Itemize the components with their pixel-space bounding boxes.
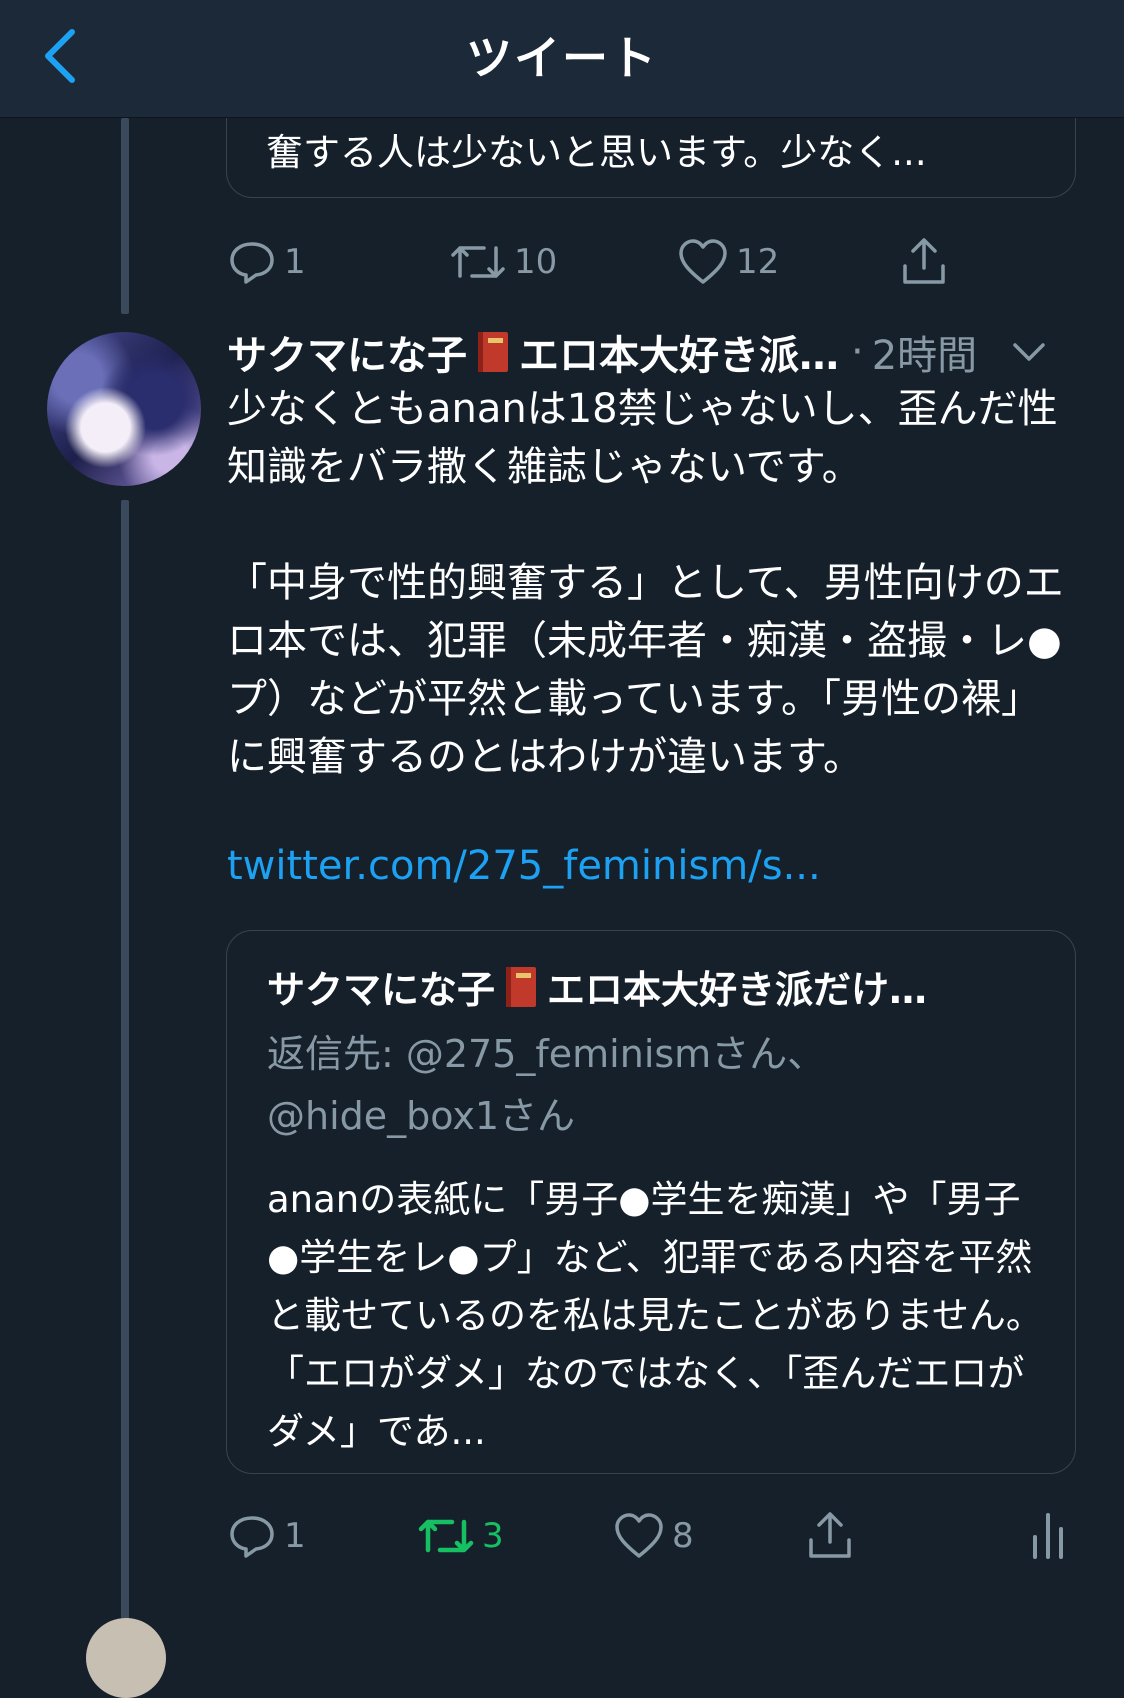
- share-button[interactable]: [900, 232, 948, 292]
- previous-tweet-action-bar: 1 10 12: [0, 232, 1124, 292]
- reply-icon: [228, 1512, 276, 1560]
- reply-button[interactable]: 1: [228, 1506, 306, 1566]
- retweet-count: 3: [482, 1516, 504, 1556]
- book-emoji-icon: [506, 966, 537, 1007]
- analytics-icon: [1030, 1511, 1066, 1561]
- like-count: 8: [672, 1516, 694, 1556]
- quoted-tweet-text: 奮する人は少ないと思います。少なく...: [266, 131, 927, 174]
- tweet-text: 少なくともananは18禁じゃないし、歪んだ性知識をバラ撒く雑誌じゃないです。 …: [227, 380, 1077, 786]
- reply-count: 1: [284, 1516, 306, 1556]
- reply-button[interactable]: 1: [228, 232, 306, 292]
- quoted-tweet-card[interactable]: サクマにな子 エロ本大好き派だけ… 返信先: @275_feminismさん、@…: [226, 930, 1076, 1474]
- author-name[interactable]: サクマにな子 エロ本大好き派…: [227, 323, 839, 381]
- retweet-button[interactable]: 10: [450, 232, 557, 292]
- retweet-icon: [418, 1512, 474, 1560]
- like-button[interactable]: 12: [678, 232, 779, 292]
- top-navigation-bar: ツイート: [0, 0, 1124, 118]
- analytics-button[interactable]: [1030, 1506, 1066, 1566]
- quoted-author-name: サクマにな子 エロ本大好き派だけ…: [267, 959, 927, 1014]
- separator-dot: ·: [851, 329, 864, 375]
- share-button[interactable]: [806, 1506, 854, 1566]
- next-tweet-avatar[interactable]: [86, 1618, 166, 1698]
- retweet-button[interactable]: 3: [418, 1506, 504, 1566]
- like-count: 12: [736, 242, 780, 282]
- tweet-action-bar: 1 3 8: [0, 1506, 1124, 1566]
- share-icon: [806, 1510, 854, 1562]
- share-icon: [900, 236, 948, 288]
- tweet-link[interactable]: twitter.com/275_feminism/s...: [227, 843, 821, 889]
- quoted-tweet-text: ananの表紙に「男子●学生を痴漢」や「男子●学生をレ●プ」など、犯罪である内容…: [267, 1178, 1043, 1453]
- retweet-icon: [450, 238, 506, 286]
- retweet-count: 10: [514, 242, 558, 282]
- tweet-timestamp: 2時間: [871, 333, 978, 379]
- reply-icon: [228, 238, 276, 286]
- reply-to-label: 返信先: @275_feminismさん、@hide_box1さん: [267, 1032, 826, 1138]
- like-icon: [614, 1512, 664, 1560]
- like-button[interactable]: 8: [614, 1506, 694, 1566]
- like-icon: [678, 238, 728, 286]
- author-avatar[interactable]: [47, 332, 201, 486]
- tweet-paragraph: 「中身で性的興奮する」として、男性向けのエロ本では、犯罪（未成年者・痴漢・盗撮・…: [227, 560, 1064, 780]
- book-emoji-icon: [478, 332, 508, 372]
- page-title: ツイート: [466, 31, 658, 85]
- chevron-down-icon[interactable]: [1011, 338, 1047, 366]
- reply-count: 1: [284, 242, 306, 282]
- tweet-paragraph: 少なくともananは18禁じゃないし、歪んだ性知識をバラ撒く雑誌じゃないです。: [227, 386, 1058, 490]
- thread-connector-line: [121, 500, 129, 1631]
- tweet-header: サクマにな子 エロ本大好き派… · 2時間: [227, 322, 1077, 382]
